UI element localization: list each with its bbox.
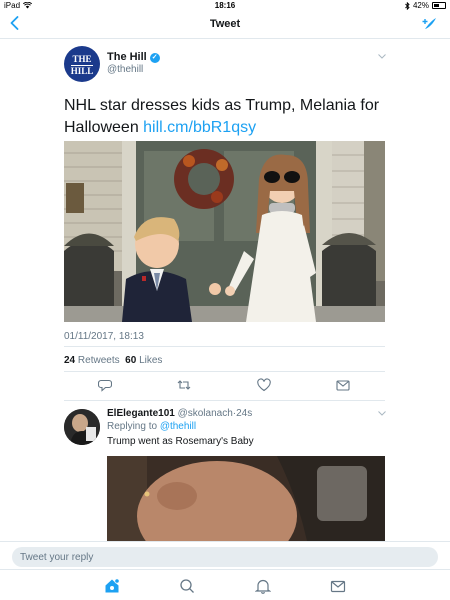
home-icon — [105, 578, 120, 593]
nav-bar: Tweet — [0, 12, 450, 39]
tweet-photo[interactable] — [64, 141, 385, 322]
compose-tweet-icon — [422, 18, 436, 29]
tweet-actions — [64, 378, 385, 394]
compose-button[interactable] — [422, 16, 438, 37]
divider — [64, 400, 385, 401]
reply-photo[interactable] — [107, 456, 385, 541]
tab-bar — [0, 569, 450, 600]
chevron-down-icon — [378, 411, 386, 416]
direct-message-button[interactable] — [336, 378, 350, 392]
reply-bar — [0, 541, 450, 569]
status-time: 18:16 — [214, 1, 236, 10]
reply-button[interactable] — [97, 378, 113, 392]
tab-home[interactable] — [104, 578, 120, 594]
tab-notifications[interactable] — [254, 578, 272, 594]
tweet-stats: 24 Retweets 60 Likes — [64, 355, 162, 366]
page-title: Tweet — [209, 18, 241, 30]
author-name-text: The Hill — [107, 51, 147, 63]
bluetooth-icon — [405, 1, 410, 10]
author-name[interactable]: The Hill ✓ — [107, 51, 160, 63]
retweets-count: 24 — [64, 355, 76, 366]
retweet-icon — [177, 380, 191, 390]
reply-input[interactable] — [12, 547, 438, 567]
tweet-menu-button[interactable] — [378, 52, 386, 61]
reply-avatar-image — [64, 409, 100, 445]
author-handle[interactable]: @thehill — [107, 64, 143, 75]
tweet-link[interactable]: hill.cm/bbR1qsy — [143, 119, 256, 136]
likes-stat[interactable]: 60 Likes — [125, 355, 162, 366]
battery-percent: 42% — [412, 1, 429, 10]
tweet-timestamp: 01/11/2017, 18:13 — [64, 331, 144, 342]
reply-author-handle: @skolanach — [177, 408, 233, 419]
retweets-stat[interactable]: 24 Retweets — [64, 355, 120, 366]
reply-author-name: ElElegante101 — [107, 408, 175, 419]
avatar-logo-line1: THE — [72, 54, 92, 64]
reply-menu-button[interactable] — [378, 409, 386, 418]
like-button[interactable] — [257, 378, 271, 392]
heart-icon — [257, 378, 271, 392]
divider — [64, 346, 385, 347]
battery-icon — [432, 2, 446, 9]
avatar-logo-line2: HILL — [70, 66, 94, 76]
replying-prefix: Replying to — [107, 421, 160, 432]
envelope-icon — [330, 580, 346, 593]
search-icon — [180, 579, 194, 593]
retweet-button[interactable] — [177, 378, 191, 392]
status-bar: iPad 18:16 42% — [0, 0, 450, 12]
tweet-text: NHL star dresses kids as Trump, Melania … — [64, 95, 384, 139]
envelope-icon — [336, 380, 350, 391]
tab-messages[interactable] — [330, 578, 346, 594]
reply-age: 24s — [236, 408, 253, 419]
likes-count: 60 — [125, 355, 137, 366]
retweets-label: Retweets — [77, 355, 120, 366]
verified-badge-icon: ✓ — [149, 53, 160, 63]
replying-to: Replying to @thehill — [107, 421, 196, 432]
likes-label: Likes — [139, 355, 163, 366]
reply-photo-illustration — [107, 456, 385, 541]
replying-to-link[interactable]: @thehill — [160, 421, 196, 432]
photo-illustration — [64, 141, 385, 322]
tab-search[interactable] — [179, 578, 195, 594]
author-avatar[interactable]: THE HILL — [64, 46, 100, 82]
reply-icon — [97, 379, 113, 392]
reply-author-avatar[interactable] — [64, 409, 100, 445]
reply-author-line[interactable]: ElElegante101 @skolanach·24s — [107, 408, 252, 419]
chevron-down-icon — [378, 54, 386, 59]
divider — [64, 371, 385, 372]
reply-text: Trump went as Rosemary's Baby — [107, 436, 254, 447]
bell-icon — [254, 579, 272, 594]
